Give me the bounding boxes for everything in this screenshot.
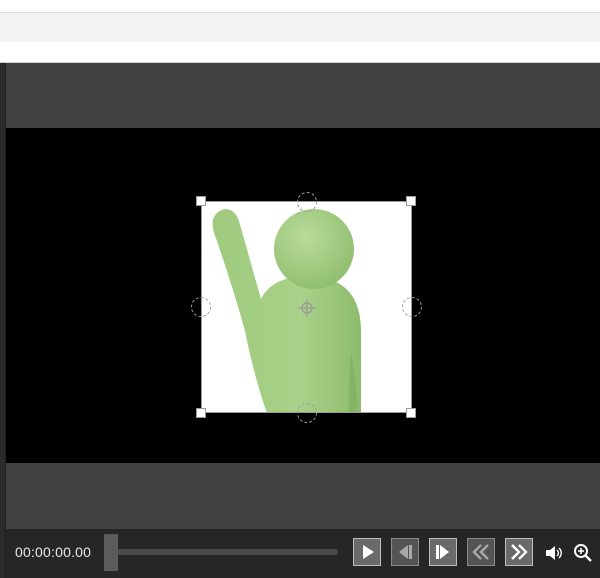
- volume-icon[interactable]: [543, 542, 565, 564]
- move-crosshair-icon[interactable]: [298, 299, 316, 317]
- title-strip: [0, 0, 600, 13]
- fast-forward-icon: [511, 544, 528, 560]
- fast-forward-button[interactable]: [505, 538, 533, 566]
- step-forward-icon: [436, 545, 449, 559]
- resize-handle-bottom-right[interactable]: [406, 408, 416, 418]
- seek-thumb[interactable]: [104, 534, 118, 571]
- viewport-bottom-margin: [6, 463, 600, 529]
- resize-handle-bottom[interactable]: [297, 403, 317, 423]
- resize-handle-bottom-left[interactable]: [196, 408, 206, 418]
- viewport-top-margin: [6, 63, 600, 128]
- play-icon: [363, 545, 374, 559]
- step-forward-button[interactable]: [429, 538, 457, 566]
- playback-controls: 00:00:00.00: [6, 529, 600, 578]
- resize-handle-top[interactable]: [297, 192, 317, 212]
- ribbon-toolbar: [0, 13, 600, 42]
- resize-handle-right[interactable]: [402, 297, 422, 317]
- zoom-icon[interactable]: [572, 542, 594, 564]
- resize-handle-top-right[interactable]: [406, 196, 416, 206]
- resize-handle-top-left[interactable]: [196, 196, 206, 206]
- seek-track[interactable]: [116, 549, 338, 555]
- play-button[interactable]: [353, 538, 381, 566]
- step-back-icon: [399, 545, 412, 559]
- rewind-button[interactable]: [467, 538, 495, 566]
- step-back-button[interactable]: [391, 538, 419, 566]
- rewind-icon: [472, 544, 489, 560]
- playback-time: 00:00:00.00: [15, 544, 92, 560]
- editor-left-edge: [0, 63, 5, 578]
- resize-handle-left[interactable]: [191, 297, 211, 317]
- ribbon-gap: [0, 42, 600, 63]
